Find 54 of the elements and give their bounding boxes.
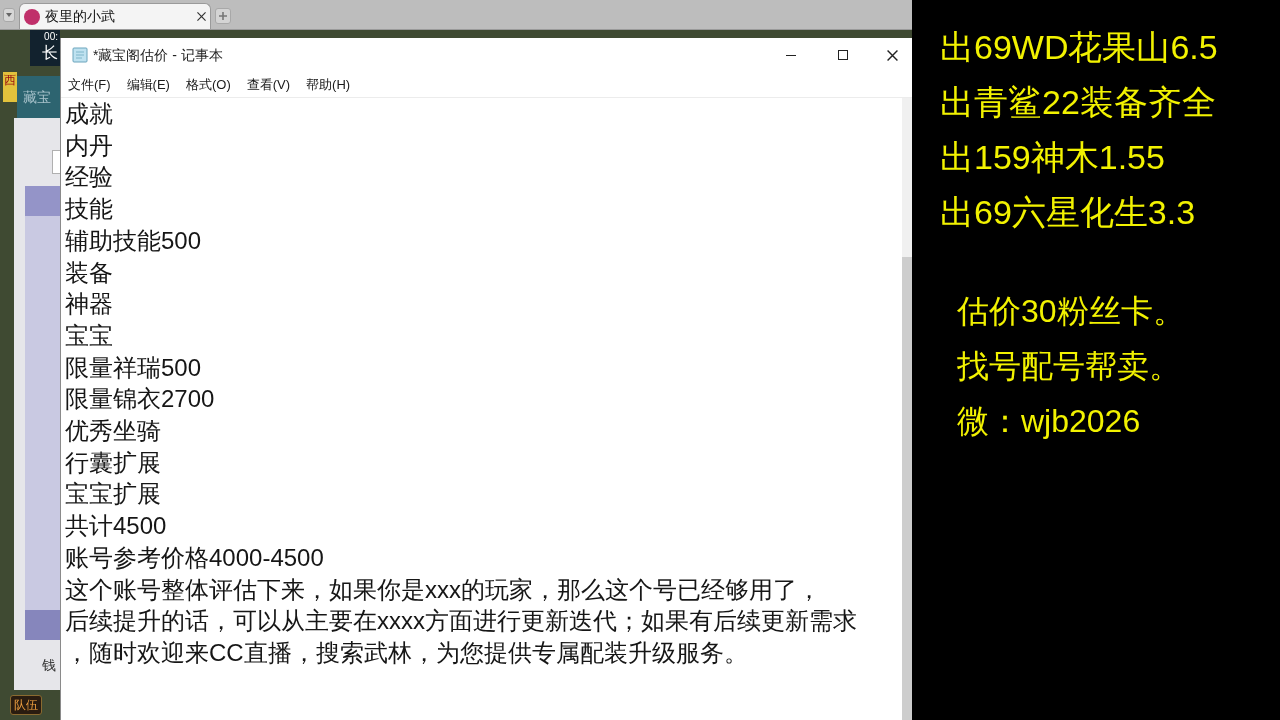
game-text: 长 (42, 43, 58, 63)
text-area[interactable]: 成就 内丹 经验 技能 辅助技能500 装备 神器 宝宝 限量祥瑞500 限量锦衣2700 优秀坐骑 行囊扩展 宝宝扩展 共计4500 账号参考价格4000-4500 这个账号整体评估下来，如果你是xxx的玩家，那么这个号已经够用了， 后续提升的话，可以从主要在xxxx方面进行更新迭代；如果有后续更新需求 ，随时欢迎来CC直播，搜索武林，为您提供专属配装升级服务。 (61, 98, 902, 720)
listing-text: 出159神木1.55 (940, 137, 1165, 178)
text-line: 宝宝 (65, 320, 113, 351)
text-line: 账号参考价格4000-4500 (65, 542, 324, 573)
text-line: 成就 (65, 99, 113, 129)
text-line: ，随时欢迎来CC直播，搜索武林，为您提供专属配装升级服务。 (65, 637, 748, 668)
text-line: 辅助技能500 (65, 225, 202, 256)
notebook-icon (72, 47, 88, 63)
text-line: 共计4500 (65, 511, 167, 542)
menu-item[interactable]: 文件(F) (68, 74, 111, 95)
note-text: 估价30粉丝卡。 (957, 292, 1185, 331)
text-line: 内丹 (65, 130, 113, 161)
tab-list-button[interactable] (3, 8, 15, 22)
browser-tab[interactable]: 夜里的小武 (19, 3, 211, 29)
avatar-icon (24, 8, 40, 25)
note-text: 找号配号帮卖。 (957, 347, 1181, 386)
game-text: 00: (44, 31, 58, 43)
text-line: 这个账号整体评估下来，如果你是xxx的玩家，那么这个号已经够用了， (65, 574, 821, 605)
caret-icon (6, 13, 12, 17)
scrollbar-thumb[interactable] (902, 257, 912, 720)
sign-text: 西 (4, 72, 16, 88)
game-panel-title: 藏宝 (23, 87, 51, 107)
window-title: *藏宝阁估价 - 记事本 (93, 45, 223, 65)
menu-item[interactable]: 编辑(E) (126, 74, 170, 95)
list-panel-footer (25, 610, 60, 640)
listing-text: 出69WD花果山6.5 (940, 27, 1218, 68)
text-line: 优秀坐骑 (65, 416, 161, 447)
game-label: 钱 (42, 655, 56, 675)
maximize-icon (838, 50, 848, 60)
text-line: 宝宝扩展 (65, 479, 161, 510)
text-line: 神器 (65, 289, 113, 320)
close-icon (197, 12, 206, 21)
input-field[interactable] (52, 150, 60, 174)
text-line: 后续提升的话，可以从主要在xxxx方面进行更新迭代；如果有后续更新需求 (65, 606, 857, 637)
close-icon (886, 49, 898, 61)
team-button[interactable]: 队伍 (10, 695, 42, 715)
scrollbar-track[interactable] (902, 98, 912, 720)
note-text: 微：wjb2026 (957, 402, 1141, 441)
new-tab-button[interactable] (215, 8, 231, 24)
plus-icon (219, 12, 227, 20)
menu-item[interactable]: 格式(O) (185, 74, 231, 95)
listing-text: 出69六星化生3.3 (940, 192, 1196, 233)
menu-item[interactable]: 帮助(H) (306, 74, 351, 95)
text-line: 行囊扩展 (65, 447, 161, 478)
text-line: 装备 (65, 257, 113, 288)
listing-text: 出青鲨22装备齐全 (940, 82, 1216, 123)
menu-item[interactable]: 查看(V) (246, 74, 291, 95)
list-panel-header (25, 186, 60, 216)
text-line: 限量祥瑞500 (65, 352, 202, 383)
text-line: 经验 (65, 162, 113, 193)
text-line: 限量锦衣2700 (65, 384, 215, 415)
minimize-icon (786, 54, 796, 56)
text-line: 技能 (65, 194, 113, 225)
